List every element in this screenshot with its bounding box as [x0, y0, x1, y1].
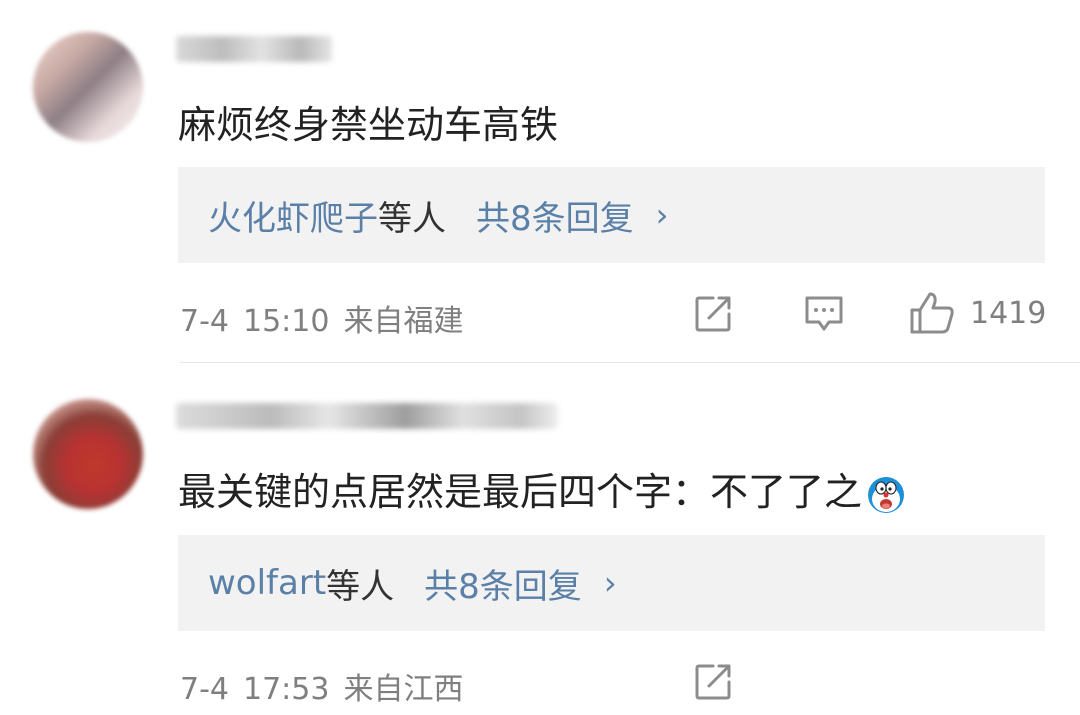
reply-users[interactable]: 火化虾爬子: [208, 191, 378, 240]
doraemon-emoji-icon: [868, 476, 905, 513]
repost-icon: [695, 664, 731, 700]
comment-item: 麻烦终身禁坐动车高铁 火化虾爬子 等人 共8条回复 › 7-4 15:10 来自福建…: [0, 0, 1080, 360]
reply-preview[interactable]: 火化虾爬子 等人 共8条回复 ›: [178, 167, 1045, 263]
comment-location: 来自福建: [343, 304, 464, 339]
reply-users-suffix: 等人: [378, 198, 446, 239]
avatar[interactable]: [33, 32, 143, 142]
avatar[interactable]: [33, 399, 143, 509]
comment-location: 来自江西: [343, 672, 464, 707]
comment-text: 麻烦终身禁坐动车高铁: [178, 103, 559, 147]
username-blurred[interactable]: [176, 403, 558, 429]
repost-icon: [695, 296, 731, 332]
like-count: 1419: [970, 295, 1047, 331]
repost-button[interactable]: [693, 662, 733, 702]
comment-text: 最关键的点居然是最后四个字：不了了之: [178, 461, 906, 516]
comment-icon: [805, 296, 843, 331]
comment-meta: 7-4 17:53 来自江西: [180, 664, 477, 708]
comment-date: 7-4: [180, 672, 229, 707]
thumbs-up-icon: [910, 292, 954, 334]
comment-text-body: 最关键的点居然是最后四个字：不了了之: [178, 470, 863, 514]
reply-users-suffix: 等人: [326, 566, 395, 607]
reply-preview[interactable]: wolfart 等人 共8条回复 ›: [178, 535, 1045, 631]
comment-meta: 7-4 15:10 来自福建: [180, 296, 477, 340]
comment-date: 7-4: [180, 304, 229, 339]
chevron-right-icon: ›: [655, 196, 669, 234]
comment-button[interactable]: [803, 294, 845, 334]
comment-item: 最关键的点居然是最后四个字：不了了之 wolfart 等人 共8条回复 › 7-…: [0, 363, 1080, 715]
comment-time: 15:10: [243, 304, 330, 339]
like-button[interactable]: 1419: [908, 290, 1046, 336]
comment-time: 17:53: [243, 672, 330, 707]
repost-button[interactable]: [693, 294, 733, 334]
username-blurred[interactable]: [176, 36, 332, 62]
chevron-right-icon: ›: [603, 564, 617, 602]
reply-count[interactable]: 共8条回复: [476, 191, 634, 240]
reply-users[interactable]: wolfart: [208, 563, 326, 603]
reply-count[interactable]: 共8条回复: [424, 559, 582, 608]
